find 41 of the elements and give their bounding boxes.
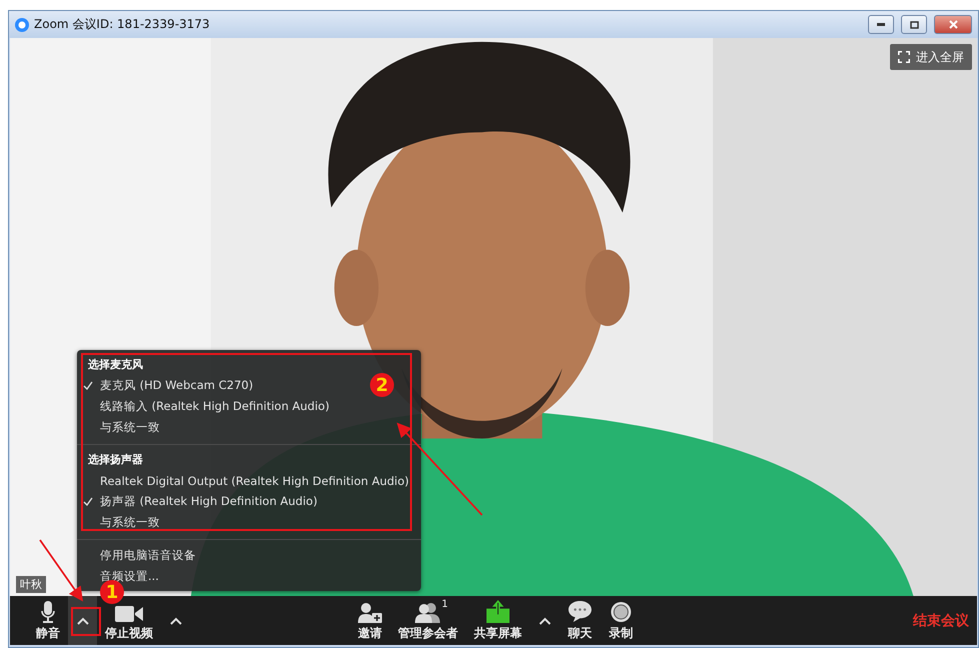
caret-icon	[76, 616, 88, 624]
record-icon	[610, 601, 632, 623]
caret-icon	[170, 616, 182, 624]
window-title: Zoom 会议ID: 181-2339-3173	[34, 16, 211, 33]
maximize-button[interactable]	[901, 15, 927, 34]
mute-button[interactable]: 静音	[28, 596, 68, 645]
add-person-icon	[358, 603, 382, 623]
menu-item[interactable]: 线路输入 (Realtek High Definition Audio)	[77, 396, 334, 417]
chat-button[interactable]: 聊天	[559, 596, 601, 645]
share-screen-button[interactable]: 共享屏幕	[466, 596, 530, 645]
record-button[interactable]: 录制	[601, 596, 641, 645]
minimize-icon	[877, 23, 885, 26]
microphone-icon	[40, 601, 56, 623]
check-icon	[83, 496, 93, 506]
fullscreen-button[interactable]: 进入全屏	[890, 44, 972, 70]
invite-button[interactable]: 邀请	[350, 596, 390, 645]
highlight-frame	[71, 607, 101, 636]
menu-item[interactable]: 停用电脑语音设备	[77, 545, 200, 566]
menu-item[interactable]: 麦克风 (HD Webcam C270)	[77, 375, 258, 396]
menu-item[interactable]: 与系统一致	[77, 417, 164, 438]
close-icon	[948, 20, 958, 29]
participant-name-tag: 叶秋	[16, 576, 46, 593]
people-icon	[415, 603, 441, 623]
video-camera-icon	[115, 605, 143, 623]
caret-icon	[538, 616, 550, 624]
chat-bubble-icon	[567, 600, 593, 623]
menu-item[interactable]: 扬声器 (Realtek High Definition Audio)	[77, 491, 322, 512]
maximize-icon	[910, 20, 918, 28]
check-icon	[83, 380, 93, 390]
minimize-button[interactable]	[868, 15, 894, 34]
expand-icon	[898, 51, 910, 63]
menu-item[interactable]: 与系统一致	[77, 512, 164, 533]
menu-heading: 选择扬声器	[87, 452, 144, 468]
close-button[interactable]	[934, 15, 972, 34]
participant-count: 1	[442, 599, 448, 610]
menu-item[interactable]: Realtek Digital Output (Realtek High Definition Audio)	[77, 470, 414, 491]
zoom-logo-icon	[15, 18, 29, 32]
menu-heading: 选择麦克风	[87, 357, 144, 373]
participants-button[interactable]: 1 管理参会者	[390, 596, 466, 645]
end-meeting-button[interactable]: 结束会议	[903, 596, 977, 645]
share-screen-icon	[486, 600, 510, 623]
